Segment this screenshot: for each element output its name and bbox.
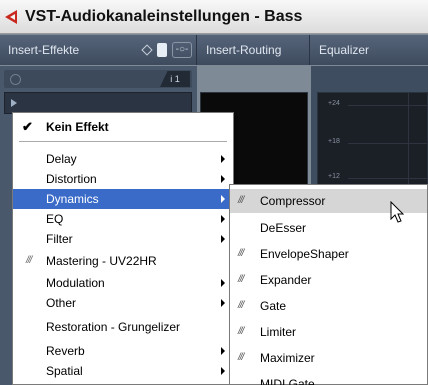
window-title: VST-Audiokanaleinstellungen - Bass <box>25 7 303 25</box>
eq-grid-line <box>348 105 427 106</box>
menu-item-filter[interactable]: Filter <box>13 229 233 249</box>
plugin-marker-icon: /// <box>238 326 244 337</box>
play-arrow-icon <box>11 99 17 107</box>
plugin-marker-icon: /// <box>26 255 32 266</box>
menu-item-eq[interactable]: EQ <box>13 209 233 229</box>
effects-menu: ✔ Kein Effekt Delay Distortion Dynamics … <box>12 112 234 385</box>
title-bar: VST-Audiokanaleinstellungen - Bass <box>0 0 428 34</box>
bypass-toggle[interactable] <box>157 43 167 57</box>
menu-item-dynamics[interactable]: Dynamics <box>13 189 233 209</box>
menu-item-delay[interactable]: Delay <box>13 149 233 169</box>
menu-item-no-effect[interactable]: ✔ Kein Effekt <box>13 117 233 137</box>
submenu-arrow-icon <box>221 367 225 375</box>
menu-item-restoration[interactable]: Restoration - Grungelizer <box>13 317 233 337</box>
section-header-bar: Insert-Effekte -○- Insert-Routing Equali… <box>0 35 428 65</box>
submenu-arrow-icon <box>221 235 225 243</box>
plugin-marker-icon: /// <box>238 274 244 285</box>
submenu-item-limiter[interactable]: /// Limiter <box>230 320 427 344</box>
submenu-arrow-icon <box>221 279 225 287</box>
eq-grid-line <box>348 143 427 144</box>
eq-header-label: Equalizer <box>319 43 370 57</box>
submenu-item-maximizer[interactable]: /// Maximizer <box>230 346 427 370</box>
submenu-arrow-icon <box>221 195 225 203</box>
routing-header-label: Insert-Routing <box>206 43 282 57</box>
menu-separator <box>19 141 227 142</box>
plugin-marker-icon: /// <box>238 195 244 206</box>
menu-item-modulation[interactable]: Modulation <box>13 273 233 293</box>
plugin-marker-icon: /// <box>238 352 244 363</box>
eq-db-label: +24 <box>328 100 340 107</box>
menu-item-mastering[interactable]: /// Mastering - UV22HR <box>13 251 233 271</box>
submenu-item-gate[interactable]: /// Gate <box>230 294 427 318</box>
submenu-item-envelopeshaper[interactable]: /// EnvelopeShaper <box>230 242 427 266</box>
inserts-header-label: Insert-Effekte <box>8 43 80 57</box>
power-icon[interactable] <box>10 74 21 85</box>
plugin-marker-icon: /// <box>238 300 244 311</box>
eq-db-label: +12 <box>328 173 340 180</box>
menu-item-other[interactable]: Other <box>13 293 233 313</box>
routing-icon[interactable]: -○- <box>172 42 192 58</box>
checkmark-icon: ✔ <box>22 119 33 134</box>
eq-db-label: +18 <box>328 138 340 145</box>
routing-header[interactable]: Insert-Routing <box>198 35 310 65</box>
insert-slot[interactable] <box>4 92 192 114</box>
menu-item-reverb[interactable]: Reverb <box>13 341 233 361</box>
submenu-arrow-icon <box>221 175 225 183</box>
cubase-logo-icon <box>5 9 19 24</box>
submenu-arrow-icon <box>221 299 225 307</box>
submenu-arrow-icon <box>221 215 225 223</box>
plugin-marker-icon: /// <box>238 248 244 259</box>
submenu-arrow-icon <box>221 155 225 163</box>
menu-item-spatial[interactable]: Spatial <box>13 361 233 381</box>
mouse-cursor-icon <box>390 201 405 223</box>
eq-grid-line <box>348 178 427 179</box>
submenu-arrow-icon <box>221 347 225 355</box>
inserts-header[interactable]: Insert-Effekte <box>0 35 197 65</box>
menu-item-distortion[interactable]: Distortion <box>13 169 233 189</box>
submenu-item-midi-gate[interactable]: MIDI Gate <box>230 372 427 385</box>
submenu-item-expander[interactable]: /// Expander <box>230 268 427 292</box>
eq-header[interactable]: Equalizer <box>311 35 428 65</box>
